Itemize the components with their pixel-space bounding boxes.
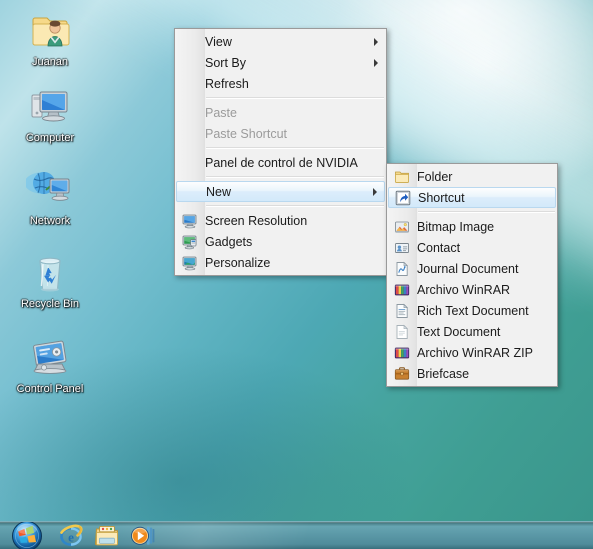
chevron-right-icon — [374, 58, 378, 67]
rtf-icon — [394, 303, 410, 319]
submenu-item-journal-document[interactable]: Journal Document — [388, 258, 556, 279]
submenu-item-label: Text Document — [417, 324, 501, 339]
control-panel-icon — [26, 333, 74, 381]
menu-item-label: Paste — [205, 105, 237, 120]
submenu-item-bitmap-image[interactable]: Bitmap Image — [388, 216, 556, 237]
view-icon — [182, 34, 198, 50]
start-button[interactable] — [3, 522, 51, 549]
submenu-item-label: Archivo WinRAR — [417, 282, 511, 297]
desktop-icon-juanan[interactable]: Juanan — [6, 6, 94, 69]
menu-item-label: Panel de control de NVIDIA — [205, 155, 358, 170]
menu-separator — [206, 176, 384, 178]
text-document-icon — [394, 324, 410, 340]
windows-explorer-button[interactable] — [90, 523, 124, 548]
submenu-item-label: Briefcase — [417, 366, 470, 381]
briefcase-icon — [394, 366, 410, 382]
desktop-icon-control-panel[interactable]: Control Panel — [0, 333, 100, 396]
menu-separator — [418, 211, 555, 213]
menu-item-gadgets[interactable]: Gadgets — [176, 231, 385, 252]
submenu-item-label: Contact — [417, 240, 461, 255]
menu-item-personalize[interactable]: Personalize — [176, 252, 385, 273]
submenu-item-label: Archivo WinRAR ZIP — [417, 345, 533, 360]
menu-separator — [206, 205, 384, 207]
chevron-right-icon — [374, 37, 378, 46]
windows-desktop-screenshot: Juanan Computer Network Recycle Bin Cont… — [0, 0, 593, 549]
winrar-icon — [394, 282, 410, 298]
windows-media-player-button[interactable] — [126, 523, 160, 548]
menu-item-paste: Paste — [176, 102, 385, 123]
bitmap-image-icon — [394, 219, 410, 235]
desktop-icon-label: Computer — [25, 132, 75, 144]
svg-text:e: e — [68, 529, 74, 544]
menu-item-label: Personalize — [205, 255, 271, 270]
submenu-item-label: Shortcut — [418, 190, 465, 205]
submenu-item-rich-text-document[interactable]: Rich Text Document — [388, 300, 556, 321]
gadgets-icon — [182, 234, 198, 250]
personalize-icon — [182, 255, 198, 271]
submenu-item-label: Journal Document — [417, 261, 519, 276]
sort-by-icon — [182, 55, 198, 71]
folder-icon — [394, 169, 410, 185]
journal-icon — [394, 261, 410, 277]
winrar-zip-icon — [394, 345, 410, 361]
menu-item-nvidia-control-panel[interactable]: Panel de control de NVIDIA — [176, 152, 385, 173]
menu-item-view[interactable]: View — [176, 31, 385, 52]
nvidia-icon — [182, 155, 198, 171]
desktop-icon-label: Control Panel — [16, 383, 84, 395]
submenu-item-label: Folder — [417, 169, 453, 184]
new-submenu[interactable]: Folder Shortcut Bitmap Image Contact Jou… — [386, 163, 558, 387]
taskbar[interactable]: e — [0, 521, 593, 549]
desktop-context-menu[interactable]: View Sort By Refresh Paste Paste Shortcu… — [174, 28, 387, 276]
user-folder-icon — [26, 6, 74, 54]
menu-item-label: Gadgets — [205, 234, 253, 249]
desktop-icon-computer[interactable]: Computer — [6, 82, 94, 145]
submenu-item-folder[interactable]: Folder — [388, 166, 556, 187]
submenu-item-label: Rich Text Document — [417, 303, 529, 318]
menu-item-label: New — [206, 184, 232, 199]
menu-item-new[interactable]: New — [176, 181, 385, 202]
computer-icon — [26, 82, 74, 130]
taskbar-sheen — [0, 522, 593, 549]
new-icon — [183, 184, 199, 200]
media-player-icon — [131, 526, 155, 545]
menu-item-sort-by[interactable]: Sort By — [176, 52, 385, 73]
submenu-item-briefcase[interactable]: Briefcase — [388, 363, 556, 384]
submenu-item-archivo-winrar[interactable]: Archivo WinRAR — [388, 279, 556, 300]
submenu-item-text-document[interactable]: Text Document — [388, 321, 556, 342]
paste-shortcut-icon — [182, 126, 198, 142]
screen-resolution-icon — [182, 213, 198, 229]
submenu-item-contact[interactable]: Contact — [388, 237, 556, 258]
internet-explorer-icon: e — [60, 524, 83, 546]
paste-icon — [182, 105, 198, 121]
menu-separator — [206, 97, 384, 99]
chevron-right-icon — [373, 187, 377, 196]
menu-item-label: Sort By — [205, 55, 246, 70]
menu-item-label: Paste Shortcut — [205, 126, 287, 141]
menu-separator — [206, 147, 384, 149]
menu-item-label: Refresh — [205, 76, 249, 91]
menu-item-label: Screen Resolution — [205, 213, 308, 228]
contact-icon — [394, 240, 410, 256]
recycle-bin-icon — [26, 248, 74, 296]
internet-explorer-button[interactable]: e — [54, 523, 88, 548]
desktop-icon-label: Recycle Bin — [20, 298, 80, 310]
submenu-item-archivo-winrar-zip[interactable]: Archivo WinRAR ZIP — [388, 342, 556, 363]
refresh-icon — [182, 76, 198, 92]
menu-item-screen-resolution[interactable]: Screen Resolution — [176, 210, 385, 231]
desktop-icon-label: Juanan — [31, 56, 69, 68]
menu-item-paste-shortcut: Paste Shortcut — [176, 123, 385, 144]
shortcut-icon — [395, 190, 411, 206]
folder-explorer-icon — [94, 525, 118, 545]
desktop-icon-recycle-bin[interactable]: Recycle Bin — [6, 248, 94, 311]
desktop-icon-network[interactable]: Network — [6, 165, 94, 228]
menu-item-label: View — [205, 34, 232, 49]
desktop-icon-label: Network — [29, 215, 71, 227]
submenu-item-shortcut[interactable]: Shortcut — [388, 187, 556, 208]
network-icon — [24, 165, 74, 213]
submenu-item-label: Bitmap Image — [417, 219, 495, 234]
menu-item-refresh[interactable]: Refresh — [176, 73, 385, 94]
